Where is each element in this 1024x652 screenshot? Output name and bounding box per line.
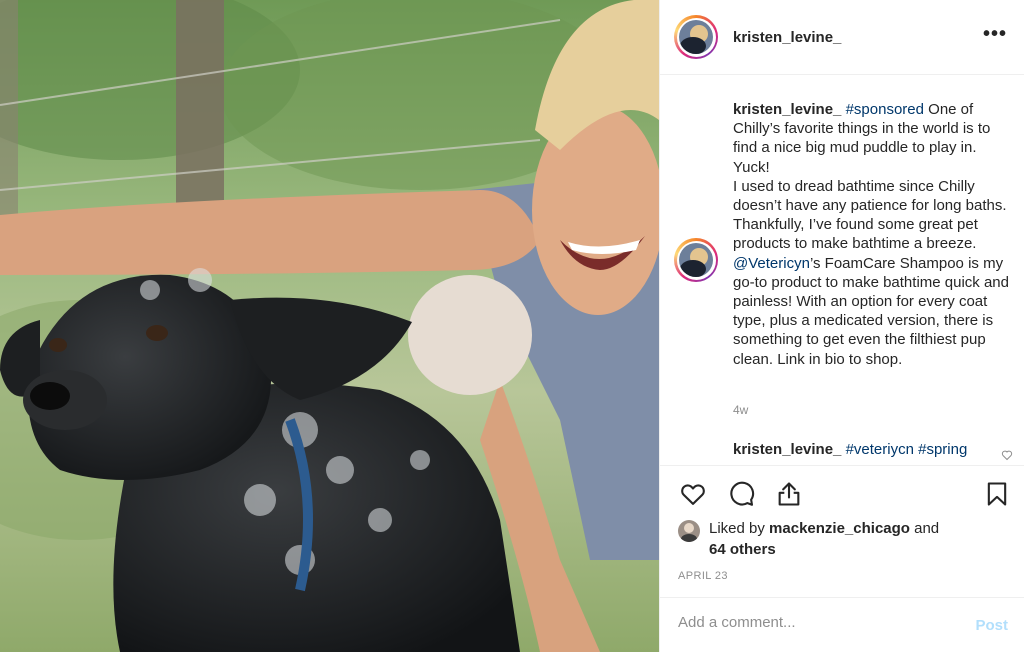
post-caption: kristen_levine_ #sponsored One of Chilly… [733, 100, 1015, 369]
comments-section: kristen_levine_ #sponsored One of Chilly… [660, 76, 1024, 465]
likes-others[interactable]: 64 others [709, 541, 776, 558]
more-options-icon[interactable]: ••• [983, 24, 1007, 44]
caption-hashtag[interactable]: #sponsored [846, 101, 924, 118]
comment-username[interactable]: kristen_levine_ [733, 441, 841, 458]
post-photo[interactable] [0, 0, 659, 652]
likes-summary: Liked by mackenzie_chicago and 64 others [678, 518, 1008, 560]
caption-time-ago[interactable]: 4w [733, 403, 748, 417]
header-avatar[interactable] [674, 15, 718, 59]
action-bar [660, 465, 1024, 523]
likes-text: Liked by mackenzie_chicago and 64 others [678, 518, 1008, 560]
avatar-image [679, 243, 713, 277]
caption-text-2: I used to dread bathtime since Chilly do… [733, 177, 1007, 253]
header-username[interactable]: kristen_levine_ [733, 29, 841, 46]
comment-like-heart-icon[interactable] [1001, 449, 1013, 461]
liker-avatar-image [678, 520, 700, 542]
caption-username[interactable]: kristen_levine_ [733, 101, 841, 118]
liker-username[interactable]: mackenzie_chicago [769, 520, 910, 537]
add-comment-input[interactable] [678, 614, 958, 631]
bookmark-icon[interactable] [983, 480, 1011, 508]
avatar-image [679, 20, 713, 54]
post-side-panel: kristen_levine_ ••• kristen_levine_ #spo… [659, 0, 1024, 652]
likes-prefix: Liked by [709, 520, 770, 537]
post-photo-art [0, 0, 659, 652]
caption-mention[interactable]: @Vetericyn [733, 255, 810, 272]
liker-avatar[interactable] [678, 520, 700, 542]
add-comment-bar: Post [660, 597, 1024, 652]
post-header: kristen_levine_ ••• [660, 0, 1024, 75]
caption-avatar[interactable] [674, 238, 718, 282]
comment-item: kristen_levine_ #veteriycn #spring [733, 441, 967, 458]
post-comment-button[interactable]: Post [975, 617, 1008, 634]
comment-hashtags[interactable]: #veteriycn #spring [846, 441, 968, 458]
post-date[interactable]: APRIL 23 [678, 570, 728, 582]
likes-middle: and [909, 520, 940, 537]
share-icon[interactable] [775, 480, 803, 508]
comment-icon[interactable] [727, 480, 755, 508]
heart-icon[interactable] [679, 480, 707, 508]
